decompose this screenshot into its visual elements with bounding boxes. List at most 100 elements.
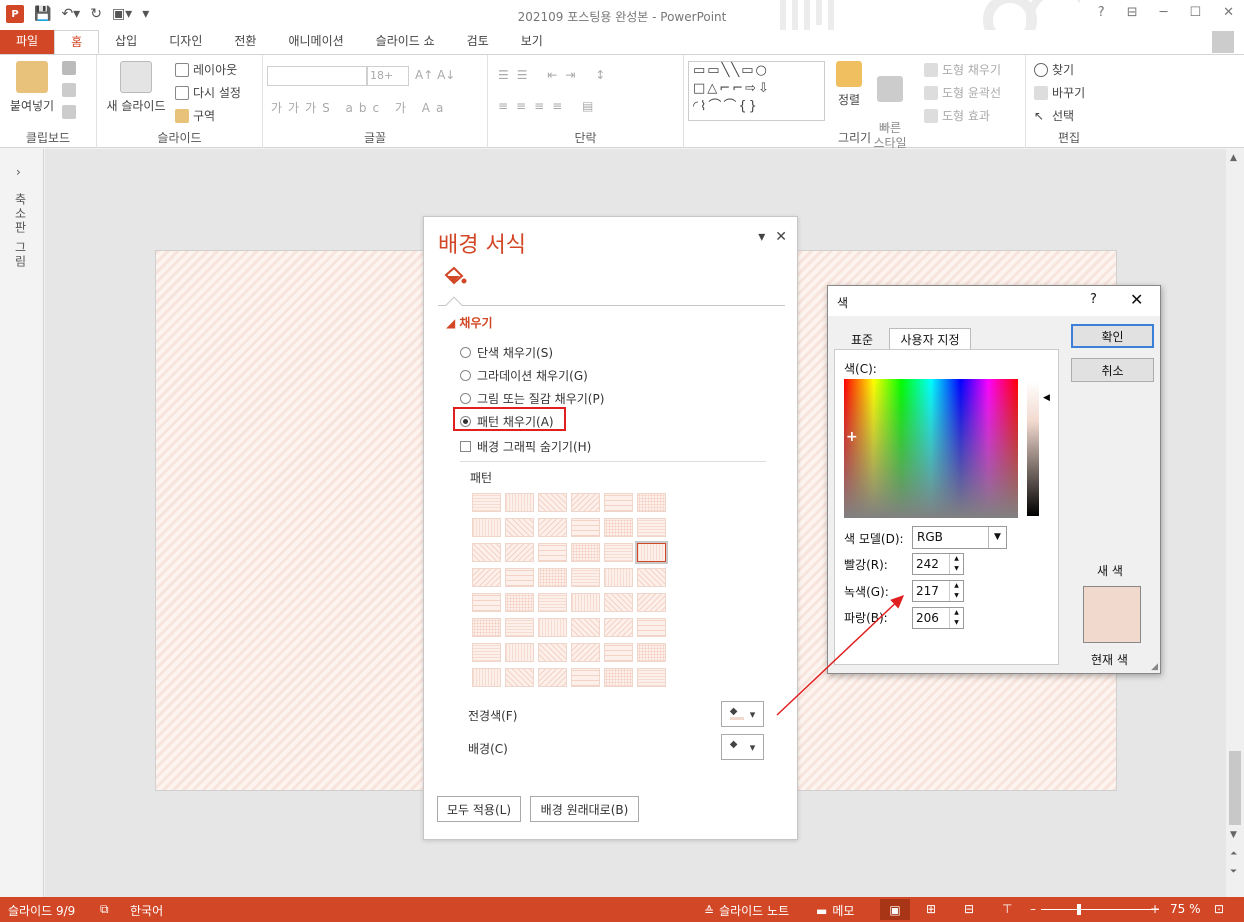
select-button[interactable]: ↖ 선택 — [1034, 107, 1074, 124]
font-format-buttons[interactable]: 가가가S abc 가 Aa — [271, 99, 449, 116]
pattern-swatch[interactable] — [538, 518, 567, 537]
reset-button[interactable]: 다시 설정 — [175, 84, 241, 101]
pane-close-icon[interactable]: ✕ — [775, 229, 787, 245]
pattern-swatch[interactable] — [571, 643, 600, 662]
pattern-swatch[interactable] — [604, 543, 633, 562]
color-spectrum[interactable]: + — [844, 379, 1018, 518]
pattern-swatch[interactable] — [505, 543, 534, 562]
shape-effects-button[interactable]: 도형 효과 — [924, 107, 990, 124]
copy-button[interactable] — [62, 83, 76, 97]
pattern-swatch[interactable] — [538, 568, 567, 587]
maximize-icon[interactable]: ☐ — [1189, 5, 1201, 20]
scroll-down-icon[interactable]: ▼ — [1230, 830, 1237, 840]
font-name-box[interactable] — [267, 66, 367, 86]
layout-button[interactable]: 레이아웃 — [175, 61, 237, 78]
solid-fill-option[interactable]: 단색 채우기(S) — [460, 344, 553, 361]
pattern-swatch[interactable] — [538, 618, 567, 637]
format-painter-button[interactable] — [62, 105, 76, 119]
zoom-slider[interactable] — [1041, 909, 1159, 910]
zoom-level[interactable]: 75 % — [1170, 902, 1201, 916]
solid-fill-radio[interactable] — [460, 347, 471, 358]
pattern-swatch[interactable] — [505, 618, 534, 637]
tab-review[interactable]: 검토 — [451, 30, 505, 54]
cancel-button[interactable]: 취소 — [1071, 358, 1154, 382]
pattern-swatch[interactable] — [472, 493, 501, 512]
shape-outline-button[interactable]: 도형 윤곽선 — [924, 84, 1001, 101]
language-indicator[interactable]: 한국어 — [130, 902, 163, 919]
green-input[interactable]: 217 ▲ ▼ — [912, 580, 964, 602]
red-input[interactable]: 242 ▲ ▼ — [912, 553, 964, 575]
dialog-help-button[interactable]: ? — [1090, 292, 1097, 307]
hide-graphics-checkbox[interactable] — [460, 441, 471, 452]
pattern-swatch[interactable] — [604, 593, 633, 612]
pattern-swatch[interactable] — [604, 618, 633, 637]
fill-section-header[interactable]: ◢ 채우기 — [446, 314, 493, 331]
font-size-box[interactable]: 18+ — [367, 66, 409, 86]
green-spinner-icon[interactable]: ▲ ▼ — [949, 581, 963, 601]
pattern-swatch[interactable] — [637, 493, 666, 512]
pattern-swatch[interactable] — [505, 643, 534, 662]
ribbon-display-icon[interactable]: ⊟ — [1127, 5, 1138, 20]
new-slide-button[interactable]: 새 슬라이드 — [103, 61, 169, 114]
find-button[interactable]: 찾기 — [1034, 61, 1074, 78]
pattern-swatch[interactable] — [472, 568, 501, 587]
ok-button[interactable]: 확인 — [1071, 324, 1154, 348]
tab-design[interactable]: 디자인 — [153, 30, 218, 54]
spellcheck-icon[interactable]: ⧉ — [100, 902, 109, 917]
align-buttons[interactable]: ≡≡≡≡ ▤ — [498, 99, 601, 113]
tab-standard[interactable]: 표준 — [842, 328, 882, 350]
pattern-swatch[interactable] — [472, 543, 501, 562]
pattern-swatch[interactable] — [472, 618, 501, 637]
luminance-arrow-icon[interactable]: ◀ — [1043, 393, 1050, 403]
color-model-select[interactable]: RGB ▼ — [912, 526, 1007, 549]
dialog-close-icon[interactable]: ✕ — [1130, 290, 1143, 309]
pattern-swatch[interactable] — [505, 593, 534, 612]
slideshow-view-icon[interactable]: ⊤ — [1002, 902, 1012, 916]
pattern-swatch[interactable] — [637, 643, 666, 662]
tab-home[interactable]: 홈 — [54, 30, 100, 54]
red-spinner-icon[interactable]: ▲ ▼ — [949, 554, 963, 574]
section-button[interactable]: 구역 — [175, 107, 215, 124]
pattern-swatch[interactable] — [538, 543, 567, 562]
normal-view-icon[interactable]: ▣ — [880, 899, 910, 920]
luminance-bar[interactable] — [1027, 381, 1039, 516]
tab-transitions[interactable]: 전환 — [218, 30, 272, 54]
pattern-swatch[interactable] — [571, 518, 600, 537]
help-button[interactable]: ? — [1098, 5, 1105, 20]
list-buttons[interactable]: ☰☰ ⇤⇥ ↕ — [498, 68, 613, 82]
reading-view-icon[interactable]: ⊟ — [964, 902, 974, 916]
blue-input[interactable]: 206 ▲ ▼ — [912, 607, 964, 629]
pattern-swatch[interactable] — [472, 518, 501, 537]
tab-view[interactable]: 보기 — [505, 30, 559, 54]
tab-file[interactable]: 파일 — [0, 30, 55, 54]
pattern-swatch[interactable] — [505, 518, 534, 537]
notes-button[interactable]: ≙ 슬라이드 노트 — [704, 902, 789, 919]
zoom-out-icon[interactable]: – — [1030, 902, 1036, 916]
pattern-swatch[interactable] — [571, 668, 600, 687]
font-grow-shrink[interactable]: A↑ A↓ — [415, 68, 455, 82]
hide-graphics-option[interactable]: 배경 그래픽 숨기기(H) — [460, 438, 591, 455]
paste-button[interactable]: 붙여넣기 — [6, 61, 58, 114]
pattern-swatch[interactable] — [604, 493, 633, 512]
tab-custom[interactable]: 사용자 지정 — [889, 328, 971, 350]
pattern-swatch[interactable] — [604, 568, 633, 587]
thumbnails-label[interactable]: 축소판 그림 — [12, 193, 29, 269]
pattern-swatch[interactable] — [571, 618, 600, 637]
pattern-swatch[interactable] — [571, 568, 600, 587]
scroll-up-icon[interactable]: ▲ — [1230, 153, 1237, 163]
pattern-swatch[interactable] — [604, 643, 633, 662]
pattern-swatch[interactable] — [571, 543, 600, 562]
pattern-swatch[interactable] — [538, 493, 567, 512]
fit-to-window-icon[interactable]: ⊡ — [1214, 902, 1224, 916]
tab-slideshow[interactable]: 슬라이드 쇼 — [360, 30, 451, 54]
minimize-icon[interactable]: ─ — [1160, 5, 1168, 20]
pattern-swatch[interactable] — [571, 593, 600, 612]
blue-spinner-icon[interactable]: ▲ ▼ — [949, 608, 963, 628]
pattern-swatch[interactable] — [635, 541, 668, 564]
comments-button[interactable]: ▬ 메모 — [816, 902, 854, 919]
foreground-color-button[interactable]: ◆ ▾ — [721, 701, 764, 727]
reset-background-button[interactable]: 배경 원래대로(B) — [530, 796, 639, 822]
pattern-swatch[interactable] — [637, 518, 666, 537]
gradient-fill-radio[interactable] — [460, 370, 471, 381]
picture-fill-radio[interactable] — [460, 393, 471, 404]
